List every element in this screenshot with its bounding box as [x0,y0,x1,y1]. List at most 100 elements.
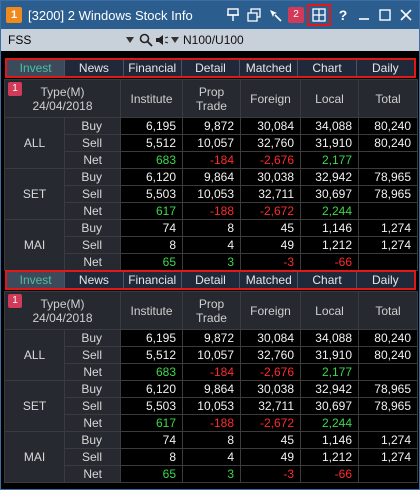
tab-detail[interactable]: Detail [182,60,241,76]
value-cell: 2,177 [300,363,359,381]
tab-financial[interactable]: Financial [124,272,182,288]
value-cell: 8 [182,219,241,237]
search-icon[interactable] [138,31,154,49]
value-cell: 78,965 [358,168,418,186]
value-cell: 1,274 [358,448,418,466]
close-icon[interactable] [397,6,415,24]
value-cell: -188 [182,202,241,220]
value-cell: 4 [182,236,241,254]
title-bar-controls: 2 ? [221,4,415,26]
tab-daily[interactable]: Daily [357,272,414,288]
value-cell: 8 [120,448,183,466]
symbol-input[interactable] [4,31,122,49]
value-cell: 32,760 [240,134,301,152]
value-cell: 1,212 [300,448,359,466]
column-header-institute: Institute [120,79,183,118]
value-cell: 30,697 [300,397,359,415]
tab-chart[interactable]: Chart [298,60,357,76]
row-label: Net [64,253,121,271]
market-label: N100/U100 [183,33,244,47]
table-row: Sell 5,512 10,057 32,760 31,910 80,240 [5,346,418,364]
value-cell: 31,910 [300,346,359,364]
tab-daily[interactable]: Daily [357,60,414,76]
row-label: Sell [64,185,121,203]
value-cell: 30,038 [240,380,301,398]
row-label: Buy [64,117,121,135]
chevron-down-icon[interactable] [170,31,180,49]
value-cell: 4 [182,448,241,466]
investor-type-table: 1 Type(M) 24/04/2018 Institute Prop Trad… [4,79,418,271]
table-row: SET Buy 6,120 9,864 30,038 32,942 78,965 [4,380,418,432]
value-cell: 1,146 [300,219,359,237]
table-row: Net 683 -184 -2,676 2,177 [5,151,418,169]
value-cell: 683 [120,151,183,169]
table-row: ALL Buy 6,195 9,872 30,084 34,088 80,240 [4,117,418,169]
tab-chart[interactable]: Chart [298,272,357,288]
market-group-label: ALL [4,117,65,169]
value-cell: 3 [182,253,241,271]
help-icon[interactable]: ? [334,6,352,24]
value-cell: 3 [182,465,241,483]
value-cell: 65 [120,465,183,483]
value-cell: 1,146 [300,431,359,449]
link-icon[interactable] [266,6,284,24]
minimize-icon[interactable] [355,6,373,24]
row-label: Sell [64,134,121,152]
value-cell: 6,195 [120,329,183,347]
tab-financial[interactable]: Financial [124,60,182,76]
row-label: Sell [64,236,121,254]
value-cell: 34,088 [300,117,359,135]
table-row: Net 683 -184 -2,676 2,177 [5,363,418,381]
value-cell: 31,910 [300,134,359,152]
stock-info-window: 1 [3200] 2 Windows Stock Info 2 ? FSS N1… [0,0,420,490]
value-cell: 80,240 [358,117,418,135]
value-cell: 8 [182,431,241,449]
tab-news[interactable]: News [65,272,124,288]
tab-matched[interactable]: Matched [240,272,299,288]
value-cell: 617 [120,202,183,220]
table-row: Sell 5,512 10,057 32,760 31,910 80,240 [5,134,418,152]
layout-toggle-button[interactable] [307,4,331,26]
value-cell: 5,512 [120,134,183,152]
column-header-foreign: Foreign [240,291,301,330]
value-cell [358,202,418,220]
tab-bar: Invest News Financial Detail Matched Cha… [5,58,416,78]
tab-invest[interactable]: Invest [7,272,66,288]
table-row: Sell 5,503 10,053 32,711 30,697 78,965 [5,397,418,415]
value-cell: 74 [120,431,183,449]
value-cell: 5,503 [120,397,183,415]
market-group-label: MAI [4,219,65,271]
value-cell: 32,711 [240,185,301,203]
tab-matched[interactable]: Matched [240,60,299,76]
type-label: Type(M) [40,84,85,99]
value-cell: 6,195 [120,117,183,135]
row-label: Sell [64,397,121,415]
date-label: 24/04/2018 [32,310,93,325]
value-cell: 32,942 [300,168,359,186]
column-header-local: Local [300,79,359,118]
table-row: SET Buy 6,120 9,864 30,038 32,942 78,965 [4,168,418,220]
table-row: Sell 8 4 49 1,212 1,274 [5,448,418,466]
table-row: Sell 8 4 49 1,212 1,274 [5,236,418,254]
value-cell: 9,872 [182,329,241,347]
chevron-down-icon[interactable] [122,31,138,49]
maximize-icon[interactable] [376,6,394,24]
tab-detail[interactable]: Detail [182,272,241,288]
column-header-total: Total [358,291,418,330]
speaker-icon[interactable] [154,31,170,49]
value-cell: 1,274 [358,431,418,449]
value-cell [358,151,418,169]
duplicate-window-icon[interactable] [245,6,263,24]
value-cell [358,465,418,483]
tab-invest[interactable]: Invest [7,60,66,76]
value-cell: 2,244 [300,202,359,220]
value-cell: 9,864 [182,380,241,398]
grid-layout-icon [312,8,326,22]
value-cell: -66 [300,253,359,271]
market-group-label: ALL [4,329,65,381]
row-label: Net [64,363,121,381]
value-cell: -188 [182,414,241,432]
tab-news[interactable]: News [65,60,124,76]
pin-icon[interactable] [224,6,242,24]
value-cell: 30,084 [240,117,301,135]
